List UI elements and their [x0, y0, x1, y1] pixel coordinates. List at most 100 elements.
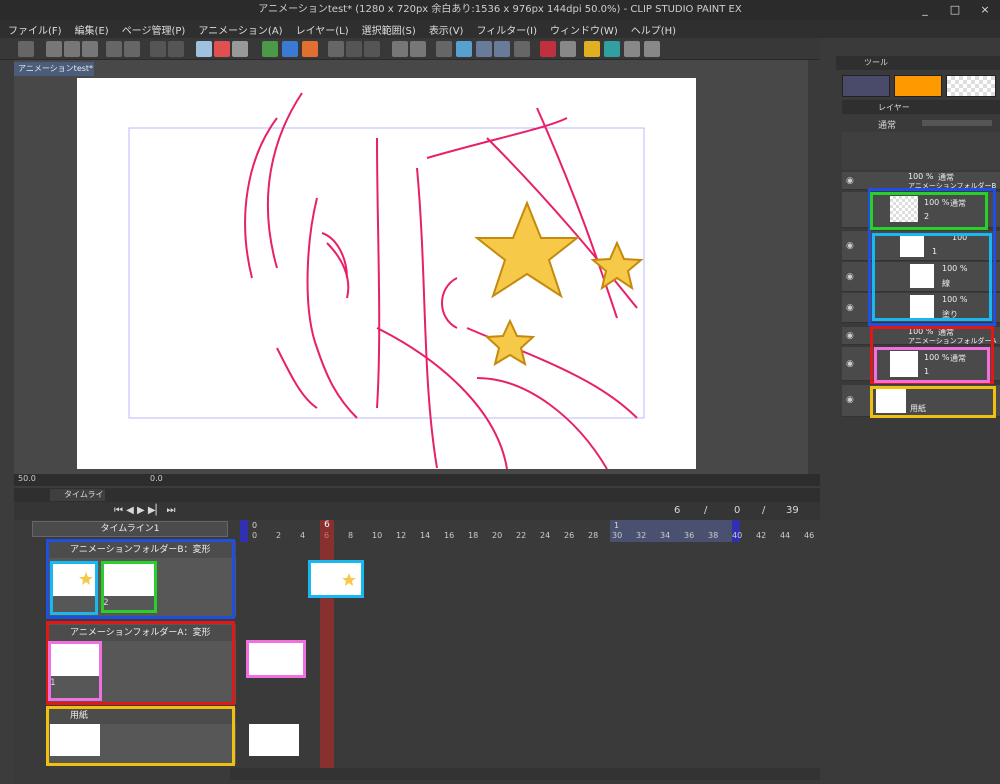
current-frame: 6	[674, 505, 681, 516]
clear-icon[interactable]	[328, 41, 344, 57]
ruler-tick-label: 4	[300, 531, 306, 540]
ruler-icon[interactable]	[476, 41, 492, 57]
grid-icon[interactable]	[456, 41, 472, 57]
timeline-select[interactable]: タイムライン1	[32, 521, 228, 537]
menu-file[interactable]: ファイル(F)	[8, 22, 62, 37]
ruler-tick-label: 40	[732, 531, 743, 540]
window-controls: _ □ ×	[910, 0, 1000, 20]
playback-controls-icon[interactable]: ⏮ ◀ ▶ ▶▏ ⏭	[114, 505, 175, 516]
eye-icon[interactable]: ◉	[846, 241, 854, 251]
close-button[interactable]: ×	[970, 0, 1000, 20]
star-small-right	[590, 240, 644, 291]
tool-tab[interactable]: ツール	[864, 57, 888, 68]
menu-page[interactable]: ページ管理(P)	[122, 22, 186, 37]
angle-value[interactable]: 0.0	[150, 474, 163, 483]
ruler-tick-label: 26	[564, 531, 575, 540]
layer-panel-header: レイヤー	[842, 100, 1000, 114]
zoom-value[interactable]: 50.0	[18, 474, 36, 483]
snap-ruler-icon[interactable]	[494, 41, 510, 57]
timeline-header	[14, 488, 820, 502]
ruler-tick-label: 28	[588, 531, 599, 540]
highlight-paper	[46, 706, 235, 766]
zoom-icon[interactable]	[624, 41, 640, 57]
transform-icon[interactable]	[302, 41, 318, 57]
move-icon[interactable]	[364, 41, 380, 57]
eraser-icon[interactable]	[560, 41, 576, 57]
highlight-cel-a	[48, 641, 102, 701]
canvas-scrollbar[interactable]	[808, 60, 820, 474]
menu-animation[interactable]: アニメーション(A)	[198, 22, 282, 37]
opacity-slider[interactable]	[922, 120, 992, 126]
layer-tool-icons	[842, 132, 1000, 170]
new-file-icon[interactable]	[46, 41, 62, 57]
highlight-timeline-cel-a	[246, 640, 306, 678]
ruler-tick-label: 32	[636, 531, 647, 540]
eye-icon[interactable]: ◉	[846, 272, 854, 282]
fill-icon[interactable]	[262, 41, 278, 57]
sketch-drawing	[128, 92, 645, 470]
open-file-icon[interactable]	[64, 41, 80, 57]
document-tab[interactable]: アニメーションtest*	[14, 62, 94, 76]
menu-filter[interactable]: フィルター(I)	[476, 22, 537, 37]
playhead[interactable]: 6	[320, 520, 334, 768]
timeline-tab[interactable]: タイムライン	[50, 489, 105, 511]
main-color-swatch[interactable]	[842, 75, 890, 97]
ruler-tick-label: 10	[372, 531, 383, 540]
eye-icon[interactable]: ◉	[846, 331, 854, 341]
menu-edit[interactable]: 編集(E)	[75, 22, 109, 37]
menu-help[interactable]: ヘルプ(H)	[631, 22, 676, 37]
menu-selection[interactable]: 選択範囲(S)	[362, 22, 416, 37]
ruler-tick-label: 22	[516, 531, 527, 540]
ruler-tick-label: 46	[804, 531, 815, 540]
tool-palette-header: ツール	[836, 56, 1000, 70]
no-entry-icon[interactable]	[540, 41, 556, 57]
blend-mode-select[interactable]: 通常	[878, 118, 896, 131]
folder-icon[interactable]	[584, 41, 600, 57]
cut-icon[interactable]	[214, 41, 230, 57]
ruler-tick-label: 20	[492, 531, 503, 540]
menu-layer[interactable]: レイヤー(L)	[296, 22, 349, 37]
layer-tab[interactable]: レイヤー	[878, 102, 910, 113]
ruler-tick-label: 0	[252, 531, 258, 540]
highlight-cel-1	[50, 561, 98, 615]
minimize-button[interactable]: _	[910, 0, 940, 20]
deselect-icon[interactable]	[410, 41, 426, 57]
menu-window[interactable]: ウィンドウ(W)	[550, 22, 618, 37]
redo-icon[interactable]	[124, 41, 140, 57]
fit-icon[interactable]	[644, 41, 660, 57]
transfer-icon[interactable]	[168, 41, 184, 57]
flip-icon[interactable]	[436, 41, 452, 57]
copy-icon[interactable]	[196, 41, 212, 57]
character-lines	[244, 92, 638, 470]
canvas-paper[interactable]	[77, 78, 696, 470]
eye-icon[interactable]: ◉	[846, 176, 854, 186]
eye-icon[interactable]: ◉	[846, 359, 854, 369]
save-icon[interactable]	[82, 41, 98, 57]
selection-icon[interactable]	[392, 41, 408, 57]
layer-color-icon[interactable]	[604, 41, 620, 57]
menu-bar: ファイル(F) 編集(E) ページ管理(P) アニメーション(A) レイヤー(L…	[0, 20, 1000, 38]
timeline-scrollbar[interactable]	[230, 768, 820, 780]
eye-icon[interactable]: ◉	[846, 395, 854, 405]
range-start-marker[interactable]	[240, 520, 248, 542]
fill-color-icon[interactable]	[282, 41, 298, 57]
highlight-timeline-cel	[308, 560, 364, 598]
ruler-tick-label: 8	[348, 531, 354, 540]
maximize-button[interactable]: □	[940, 0, 970, 20]
layer-opacity: 100 %	[908, 172, 934, 181]
loading-icon[interactable]	[150, 41, 166, 57]
app-icon[interactable]	[18, 41, 34, 57]
status-bar: 50.0 0.0	[14, 474, 820, 486]
snap-icon[interactable]	[514, 41, 530, 57]
menu-view[interactable]: 表示(V)	[429, 22, 464, 37]
eye-icon[interactable]: ◉	[846, 303, 854, 313]
highlight-cel-2	[101, 561, 157, 613]
transparent-swatch[interactable]	[946, 75, 996, 97]
sub-color-swatch[interactable]	[894, 75, 942, 97]
paste-icon[interactable]	[232, 41, 248, 57]
undo-icon[interactable]	[106, 41, 122, 57]
crop-icon[interactable]	[346, 41, 362, 57]
window-title: アニメーションtest* (1280 x 720px 余白あり:1536 x 9…	[0, 0, 1000, 20]
playhead-label: 6	[324, 520, 330, 530]
frame-guide	[128, 127, 645, 419]
